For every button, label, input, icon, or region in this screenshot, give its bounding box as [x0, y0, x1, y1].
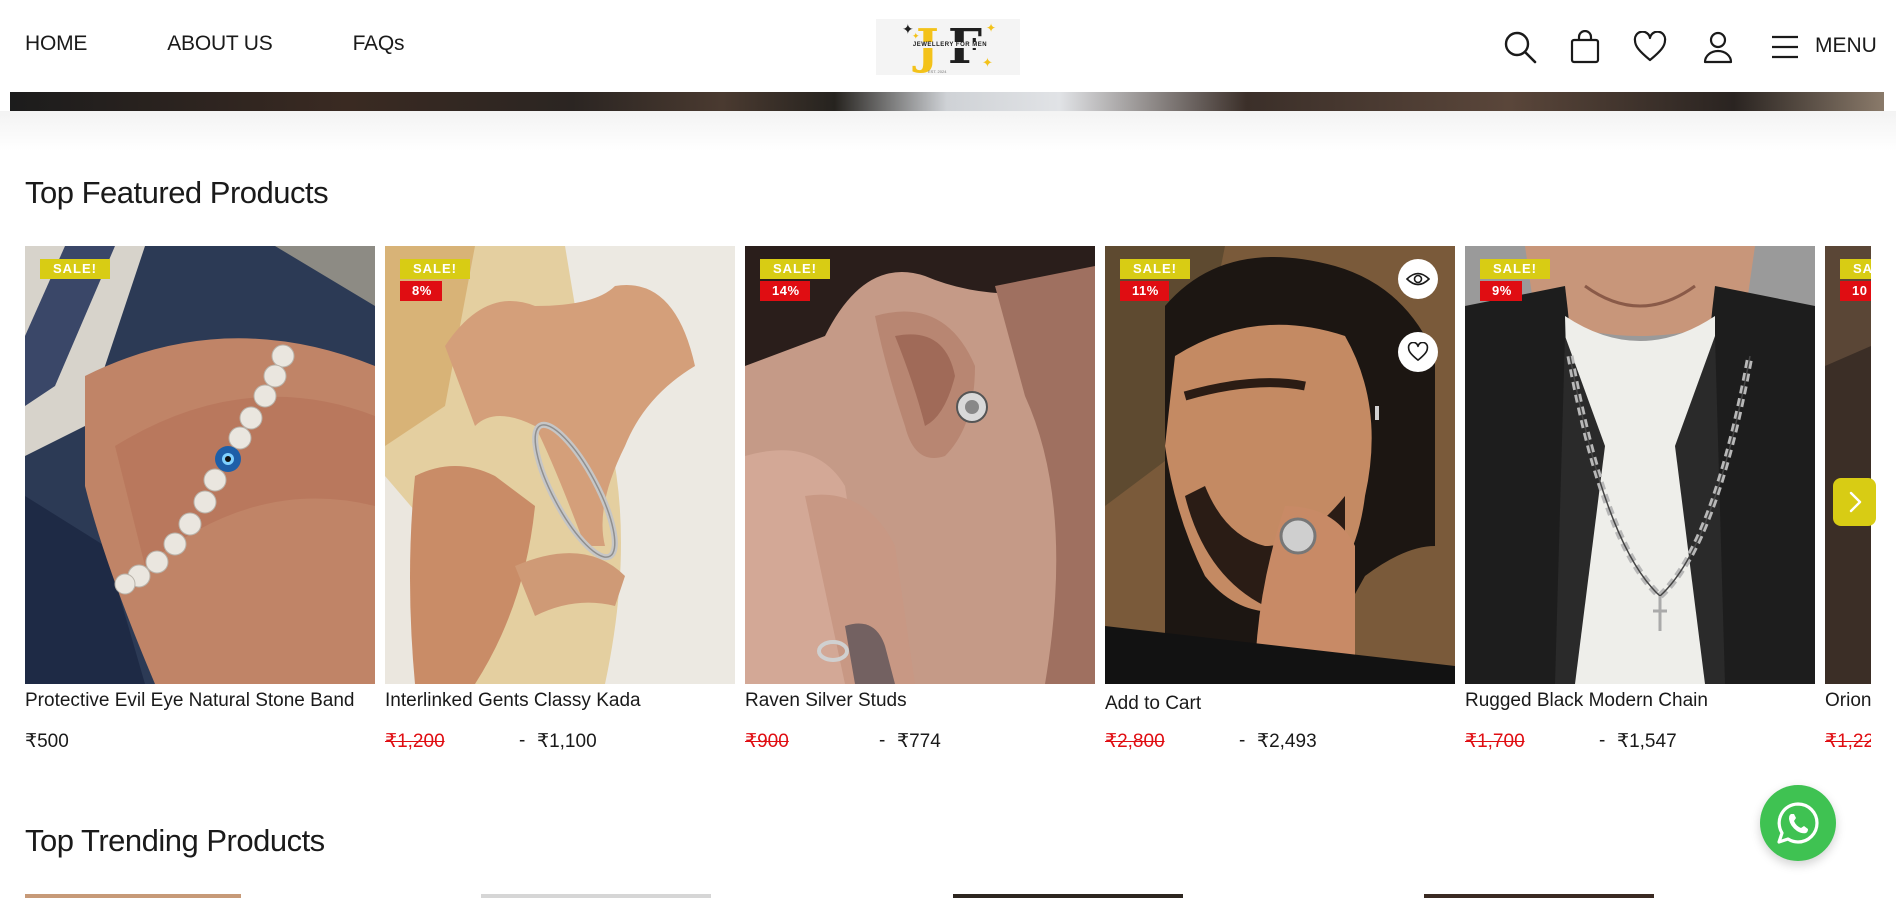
- logo-sub: EST. 2024: [928, 69, 947, 74]
- site-logo[interactable]: ✦ ✦ J F ✦ ✦ JEWELLERY FOR MEN EST. 2024: [876, 19, 1020, 75]
- product-card[interactable]: SALE! 9% Rugged Black Modern Chain ₹1,70…: [1465, 246, 1815, 766]
- product-price: ₹500: [25, 731, 69, 752]
- product-title[interactable]: Rugged Black Modern Chain: [1465, 690, 1708, 712]
- search-icon[interactable]: [1500, 27, 1540, 67]
- sale-badge: SALE!: [40, 259, 110, 279]
- discount-badge: 11%: [1120, 281, 1169, 301]
- wishlist-heart-icon[interactable]: [1630, 27, 1670, 67]
- banner-shadow: [0, 111, 1896, 151]
- product-title[interactable]: Interlinked Gents Classy Kada: [385, 690, 641, 712]
- cart-bag-icon[interactable]: [1565, 27, 1605, 67]
- chevron-right-icon: [1849, 491, 1861, 513]
- discount-badge: 8%: [400, 281, 442, 301]
- featured-products-carousel: SALE! Protective Evil Eye Natural Stone …: [25, 246, 1871, 766]
- product-price: ₹774: [897, 731, 941, 752]
- product-old-price: ₹2,800: [1105, 731, 1165, 752]
- trending-product-image[interactable]: [481, 894, 711, 898]
- product-title[interactable]: Raven Silver Studs: [745, 690, 907, 712]
- product-image[interactable]: SALE! 8%: [385, 246, 735, 684]
- nav-faqs-link[interactable]: FAQs: [353, 32, 405, 56]
- sale-badge: SA: [1840, 259, 1871, 279]
- product-card[interactable]: SALE! Protective Evil Eye Natural Stone …: [25, 246, 375, 766]
- product-price: ₹1,547: [1617, 731, 1677, 752]
- discount-badge: 10: [1840, 281, 1871, 301]
- product-price: ₹2,493: [1257, 731, 1317, 752]
- discount-badge: 9%: [1480, 281, 1522, 301]
- nav-home-link[interactable]: HOME: [25, 32, 87, 56]
- quick-view-eye-icon[interactable]: [1398, 259, 1438, 299]
- trending-product-image[interactable]: [25, 894, 241, 898]
- site-header: HOME ABOUT US FAQs ✦ ✦ J F ✦ ✦ JEWELLERY…: [0, 0, 1896, 92]
- price-separator: -: [879, 730, 886, 751]
- product-card[interactable]: SALE! 8% Interlinked Gents Classy Kada ₹…: [385, 246, 735, 766]
- hamburger-menu-icon[interactable]: [1765, 27, 1805, 67]
- product-old-price: ₹1,700: [1465, 731, 1525, 752]
- nav-about-link[interactable]: ABOUT US: [167, 32, 273, 56]
- price-separator: -: [519, 730, 526, 751]
- sale-badge: SALE!: [1120, 259, 1190, 279]
- trending-product-image[interactable]: [953, 894, 1183, 898]
- product-old-price: ₹900: [745, 731, 789, 752]
- discount-badge: 14%: [760, 281, 810, 301]
- logo-tagline: JEWELLERY FOR MEN: [900, 42, 1000, 48]
- main-nav: HOME ABOUT US FAQs: [25, 32, 404, 56]
- add-to-cart-button[interactable]: Add to Cart: [1105, 693, 1201, 715]
- product-image[interactable]: SALE! 9%: [1465, 246, 1815, 684]
- product-old-price: ₹1,22: [1825, 731, 1871, 752]
- price-separator: -: [1239, 730, 1246, 751]
- price-separator: -: [1599, 730, 1606, 751]
- sale-badge: SALE!: [760, 259, 830, 279]
- whatsapp-icon: [1777, 802, 1819, 844]
- trending-section-title: Top Trending Products: [25, 823, 325, 858]
- sale-badge: SALE!: [1480, 259, 1550, 279]
- product-card[interactable]: SALE! 11% Add to Cart ₹2,800 - ₹2,493: [1105, 246, 1455, 766]
- hero-banner-edge: [10, 92, 1884, 111]
- product-card[interactable]: SALE! 14% Raven Silver Studs ₹900 - ₹774: [745, 246, 1095, 766]
- whatsapp-chat-button[interactable]: [1760, 785, 1836, 861]
- sale-badge: SALE!: [400, 259, 470, 279]
- product-title[interactable]: Orion: [1825, 690, 1871, 712]
- trending-product-image[interactable]: [1424, 894, 1654, 898]
- product-price: ₹1,100: [537, 731, 597, 752]
- featured-section-title: Top Featured Products: [25, 175, 329, 210]
- product-title[interactable]: Protective Evil Eye Natural Stone Band: [25, 690, 355, 712]
- product-image[interactable]: SA 10: [1825, 246, 1871, 684]
- carousel-next-button[interactable]: [1833, 478, 1876, 526]
- product-image[interactable]: SALE! 11%: [1105, 246, 1455, 684]
- menu-label[interactable]: MENU: [1815, 34, 1877, 58]
- account-user-icon[interactable]: [1698, 27, 1738, 67]
- product-image[interactable]: SALE! 14%: [745, 246, 1095, 684]
- add-to-wishlist-heart-icon[interactable]: [1398, 332, 1438, 372]
- product-image[interactable]: SALE!: [25, 246, 375, 684]
- product-old-price: ₹1,200: [385, 731, 445, 752]
